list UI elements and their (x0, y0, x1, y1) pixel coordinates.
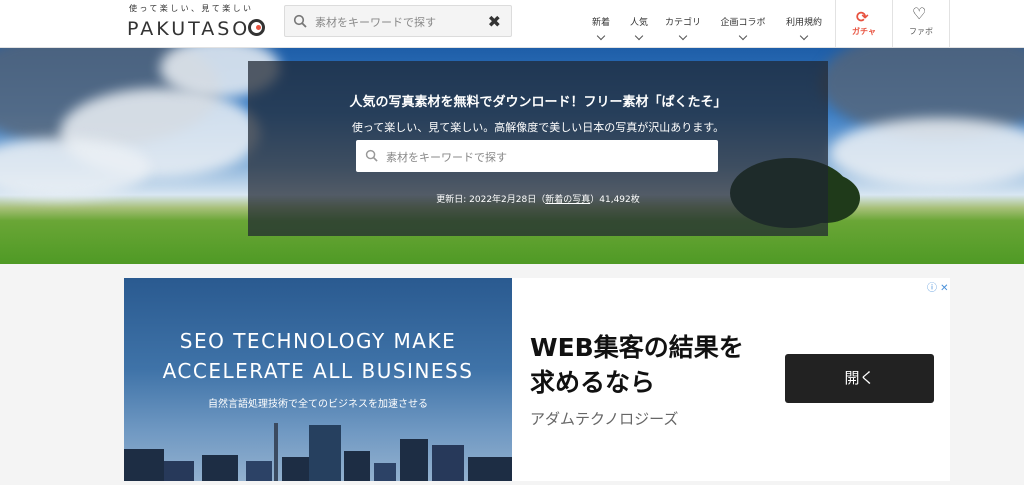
gacha-label: ガチャ (852, 27, 876, 36)
ad-title-line-1: WEB集客の結果を (530, 333, 744, 362)
logo-tagline: 使って楽しい、見て楽しい (129, 4, 254, 13)
chevron-down-icon (678, 31, 688, 41)
logo-mark-icon (248, 19, 265, 36)
update-info: 更新日: 2022年2月28日（新着の写真）41,492枚 (248, 192, 828, 205)
nav-item-label: 利用規約 (785, 18, 822, 28)
chevron-down-icon (634, 31, 644, 41)
building-decoration (432, 445, 464, 481)
ad-title: WEB集客の結果を 求めるなら (530, 330, 744, 400)
open-button[interactable]: 開く (785, 354, 934, 403)
tower-decoration (274, 423, 278, 481)
nav-item-label: 企画コラボ (720, 18, 766, 28)
nav-item-terms[interactable]: 利用規約 (780, 0, 828, 48)
hero-title: 人気の写真素材を無料でダウンロード！フリー素材「ぱくたそ」 (349, 95, 727, 110)
ad-brand: アダムテクノロジーズ (530, 410, 679, 428)
chevron-down-icon (596, 31, 606, 41)
building-decoration (164, 461, 194, 481)
hero-panel: 人気の写真素材を無料でダウンロード！フリー素材「ぱくたそ」 使って楽しい、見て楽… (248, 61, 828, 236)
hero-banner: 人気の写真素材を無料でダウンロード！フリー素材「ぱくたそ」 使って楽しい、見て楽… (0, 48, 1024, 264)
building-decoration (202, 455, 238, 481)
site-header: 使って楽しい、見て楽しい PAKUTASO 素材をキーワードで探す ✖ 新着 人… (0, 0, 1024, 48)
hero-subtitle: 使って楽しい、見て楽しい。高解像度で美しい日本の写真が沢山あります。 (351, 121, 725, 134)
ad-info-icon[interactable]: ⓘ ✕ (927, 279, 949, 294)
update-suffix: ）41,492枚 (590, 195, 640, 205)
update-prefix: 更新日: 2022年2月28日（ (436, 195, 546, 205)
nav-item-label: カテゴリ (664, 18, 701, 28)
ad-image-caption: 自然言語処理技術で全てのビジネスを加速させる (208, 399, 428, 410)
building-decoration (246, 461, 272, 481)
site-logo[interactable]: 使って楽しい、見て楽しい PAKUTASO (124, 3, 269, 41)
ad-banner[interactable]: SEO TECHNOLOGY MAKE ACCELERATE ALL BUSIN… (124, 278, 950, 481)
nav-item-label: 新着 (591, 18, 610, 28)
hero-search-input[interactable]: 素材をキーワードで探す (356, 140, 718, 172)
hero-search-placeholder: 素材をキーワードで探す (386, 151, 507, 164)
building-decoration (309, 425, 341, 481)
building-decoration (124, 449, 164, 481)
heart-icon: ♡ (912, 4, 927, 23)
search-icon (365, 149, 378, 162)
ad-image: SEO TECHNOLOGY MAKE ACCELERATE ALL BUSIN… (124, 278, 512, 481)
ad-image-headline: SEO TECHNOLOGY MAKE ACCELERATE ALL BUSIN… (124, 326, 512, 386)
header-search-placeholder: 素材をキーワードで探す (315, 16, 436, 29)
header-search-input[interactable]: 素材をキーワードで探す ✖ (284, 5, 512, 37)
new-photos-link[interactable]: 新着の写真 (545, 195, 590, 205)
chevron-down-icon (799, 31, 809, 41)
nav-item-category[interactable]: カテゴリ (660, 0, 706, 48)
nav-item-new[interactable]: 新着 (584, 0, 618, 48)
search-icon (293, 14, 307, 28)
chevron-down-icon (738, 31, 748, 41)
nav-item-label: 人気 (629, 18, 648, 28)
favorites-button[interactable]: ♡ ファボ (893, 0, 949, 48)
close-icon[interactable]: ✖ (488, 12, 501, 31)
ad-headline-line-2: ACCELERATE ALL BUSINESS (162, 359, 474, 383)
logo-name: PAKUTASO (127, 18, 251, 40)
ad-headline-line-1: SEO TECHNOLOGY MAKE (179, 329, 457, 353)
building-decoration (374, 463, 396, 481)
building-decoration (400, 439, 428, 481)
building-decoration (468, 457, 512, 481)
building-decoration (282, 457, 312, 481)
ad-title-line-2: 求めるなら (530, 368, 656, 397)
divider (949, 0, 950, 48)
cloud-decoration (830, 118, 1024, 188)
refresh-icon: ⟳ (856, 8, 869, 26)
nav-item-collab[interactable]: 企画コラボ (714, 0, 772, 48)
favorites-label: ファボ (909, 27, 933, 36)
nav-item-popular[interactable]: 人気 (622, 0, 656, 48)
building-decoration (344, 451, 370, 481)
gacha-button[interactable]: ⟳ ガチャ (836, 0, 892, 48)
